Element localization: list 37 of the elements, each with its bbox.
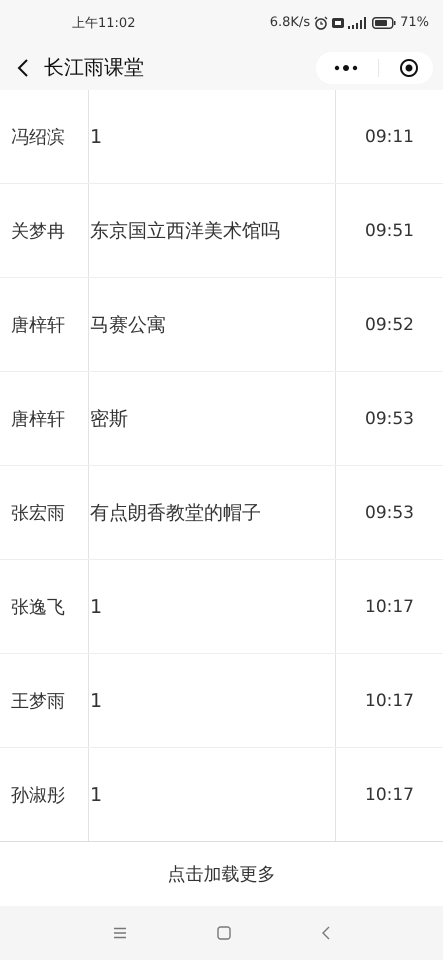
student-name: 唐梓轩 <box>10 314 66 338</box>
time-cell-text: 09:51 <box>364 220 415 242</box>
student-name: 孙淑彤 <box>10 784 66 808</box>
message-cell: 东京国立西洋美术馆吗 <box>88 184 336 277</box>
time-cell-text: 10:17 <box>364 596 415 618</box>
page-title: 长江雨课堂 <box>44 54 145 81</box>
battery-icon <box>372 16 396 28</box>
close-target-icon[interactable] <box>399 58 419 78</box>
load-more-link[interactable]: 点击加载更多 <box>168 862 276 886</box>
student-name: 张宏雨 <box>10 502 66 526</box>
student-name: 张逸飞 <box>10 596 66 620</box>
back-icon[interactable] <box>16 58 30 78</box>
menu-icon[interactable] <box>112 927 126 939</box>
time-cell-text: 09:11 <box>364 126 415 148</box>
signal-icon <box>348 16 368 28</box>
message-cell: 有点朗香教堂的帽子 <box>88 466 336 559</box>
network-speed: 6.8K/s <box>270 15 310 30</box>
message-cell: 1 <box>88 560 336 653</box>
time-cell-text: 09:53 <box>364 408 415 430</box>
time-cell-text: 10:17 <box>364 784 415 806</box>
student-name: 王梦雨 <box>10 690 66 714</box>
message-cell: 1 <box>88 654 336 747</box>
time-cell-text: 09:52 <box>364 314 415 336</box>
time-cell-text: 10:17 <box>364 690 415 712</box>
time-cell-text: 09:53 <box>364 502 415 524</box>
home-icon[interactable] <box>216 926 230 940</box>
message-cell: 密斯 <box>88 372 336 465</box>
message-cell: 1 <box>88 748 336 841</box>
battery-percent: 71% <box>400 15 429 30</box>
student-name: 冯绍滨 <box>10 126 66 150</box>
more-icon[interactable] <box>334 64 358 72</box>
alarm-icon <box>314 16 328 30</box>
status-time: 上午11:02 <box>72 14 136 32</box>
student-name: 关梦冉 <box>10 220 66 244</box>
student-name: 唐梓轩 <box>10 408 66 432</box>
message-cell: 马赛公寓 <box>88 278 336 371</box>
message-cell: 1 <box>88 90 336 183</box>
